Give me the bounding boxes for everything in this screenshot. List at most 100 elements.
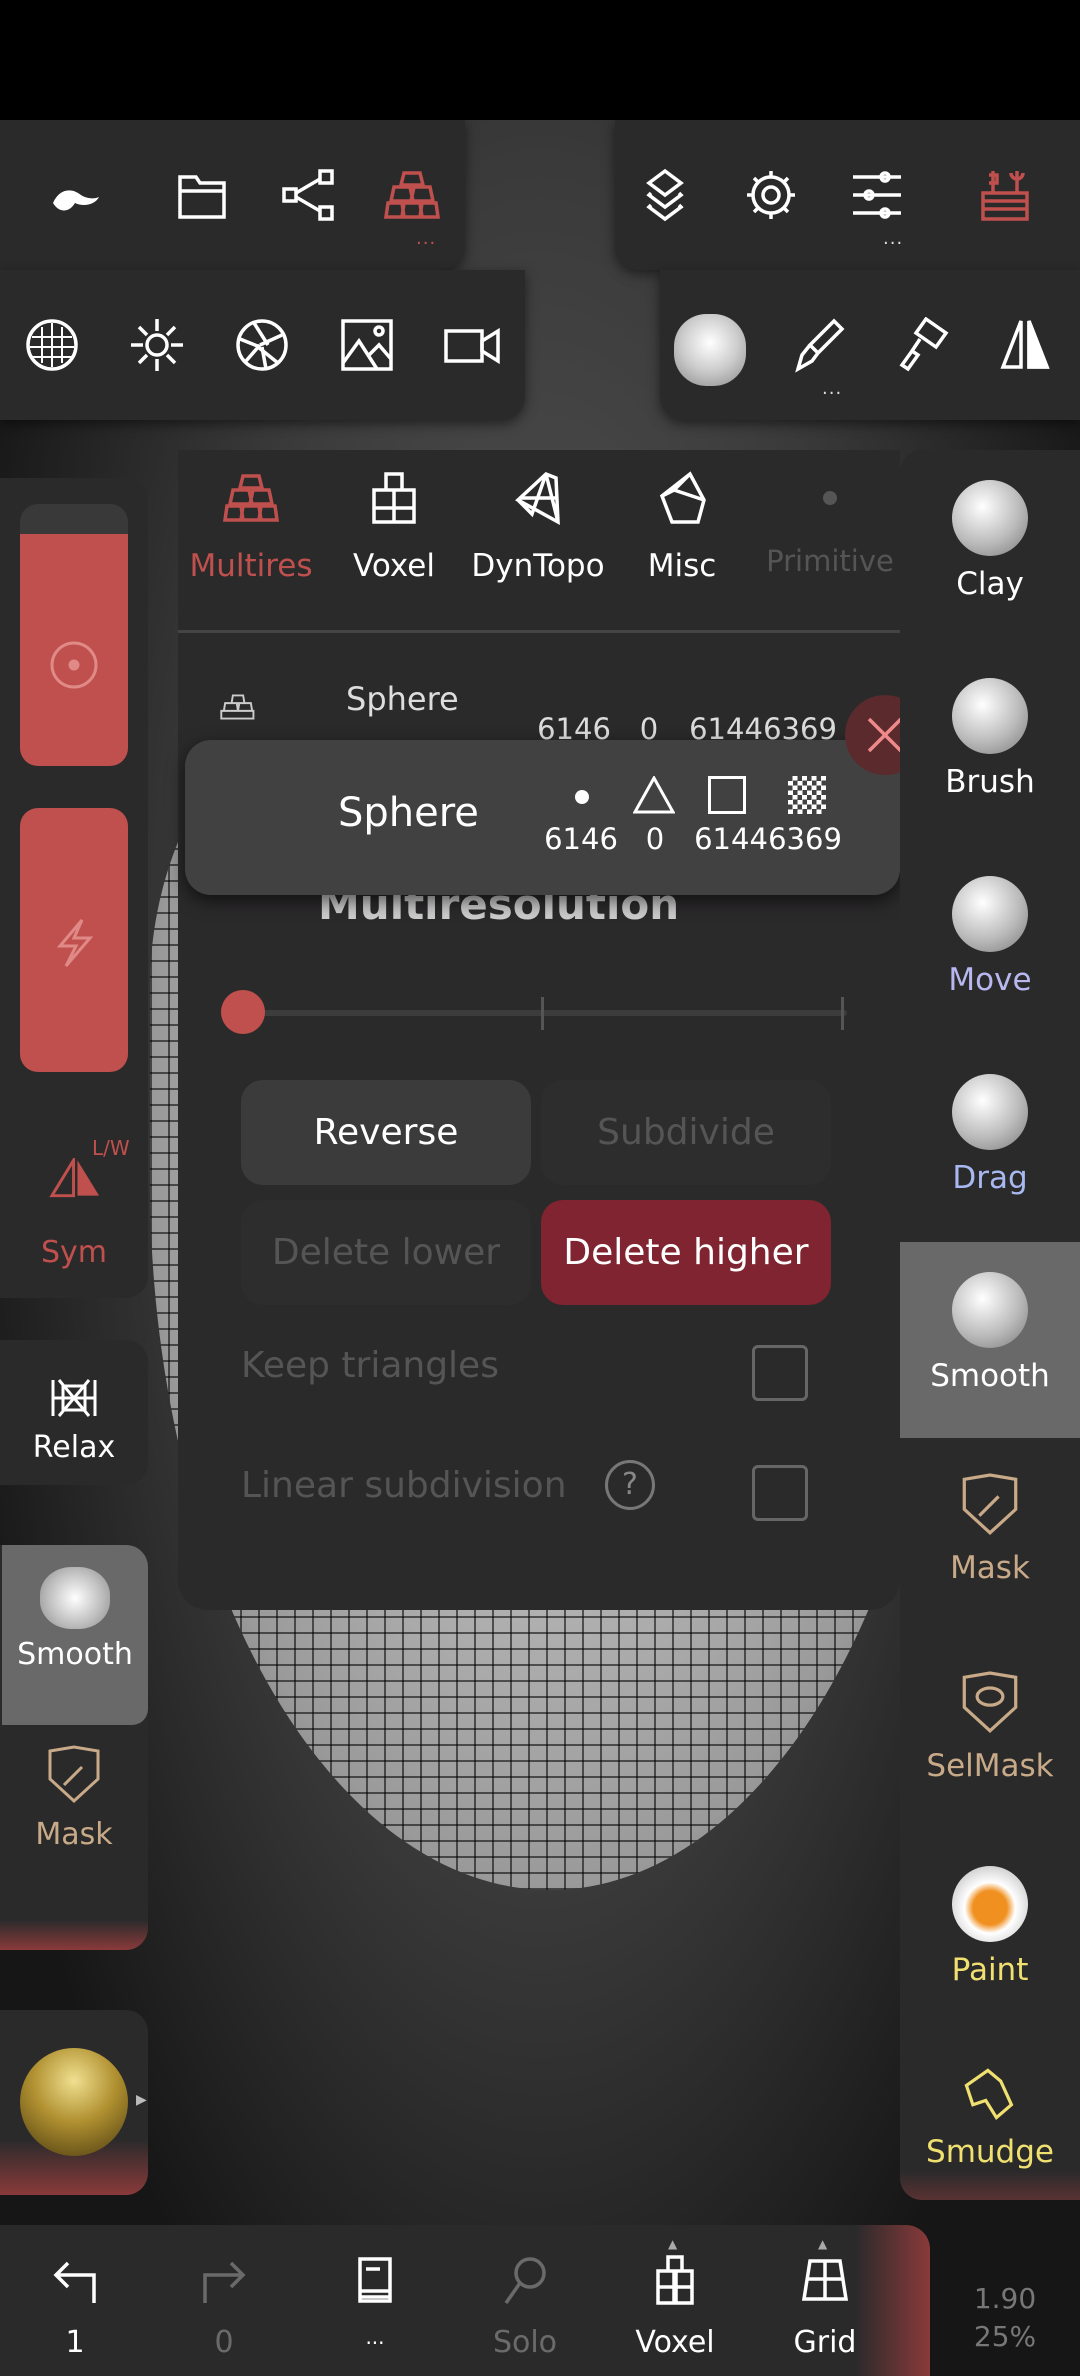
tool-smooth[interactable]: Smooth <box>2 1545 148 1725</box>
tab-primitive[interactable]: Primitive <box>755 470 905 578</box>
tool-selmask[interactable]: SelMask <box>900 1638 1080 1834</box>
tool-mask[interactable]: Mask <box>0 1745 148 1852</box>
slider-thumb[interactable] <box>221 990 265 1034</box>
brush-icon <box>952 678 1028 754</box>
keep-triangles-checkbox[interactable] <box>752 1345 808 1401</box>
tool-label: Mask <box>950 1550 1030 1586</box>
tool-paint[interactable]: Paint <box>900 1836 1080 2032</box>
tool-relax[interactable]: Relax <box>0 1340 148 1485</box>
smudge-finger-icon <box>964 2068 1014 2121</box>
grid-label: Grid <box>793 2325 857 2360</box>
voxel-button[interactable]: ▲ Voxel <box>615 2237 735 2360</box>
tab-dyntopo[interactable]: DynTopo <box>468 470 608 584</box>
paint-icon <box>952 1866 1028 1942</box>
stat-line: 25% <box>973 2320 1037 2353</box>
divider <box>178 630 900 633</box>
tool-smudge[interactable]: Smudge <box>900 2034 1080 2200</box>
tab-multires[interactable]: Multires <box>181 470 321 584</box>
material-button[interactable]: ▶ <box>0 2010 148 2195</box>
mesh-name: Sphere <box>338 790 479 836</box>
more-indicator: ... <box>416 228 437 249</box>
mesh-popup[interactable]: Sphere 6146 0 6144 6369 <box>185 740 900 895</box>
tool-label: Drag <box>952 1160 1028 1196</box>
vertex-count: 6146 <box>544 822 618 856</box>
layers-icon[interactable] <box>635 165 695 225</box>
polygon-icon <box>659 471 706 524</box>
tool-label: Move <box>948 962 1032 998</box>
clay-icon <box>952 480 1028 556</box>
tab-label: DynTopo <box>471 548 605 584</box>
left-tool-list: Smooth Mask <box>0 1545 148 1950</box>
level-slider[interactable] <box>225 1010 847 1016</box>
more-indicator: ... <box>883 228 904 249</box>
paint-brush-icon[interactable] <box>788 315 848 375</box>
tab-label: Multires <box>189 548 313 584</box>
sym-label: Sym <box>40 1235 108 1270</box>
quad-count: 6144 <box>694 822 768 856</box>
grid-icon <box>801 2259 849 2301</box>
folder-icon[interactable] <box>172 165 232 225</box>
delete-higher-button[interactable]: Delete higher <box>541 1200 831 1305</box>
solo-button[interactable]: Solo <box>465 2255 585 2360</box>
tool-label: Clay <box>956 566 1024 602</box>
tool-clay[interactable]: Clay <box>900 450 1080 646</box>
smooth-brush-icon <box>40 1567 110 1629</box>
tab-voxel[interactable]: Voxel <box>324 470 464 584</box>
quad-icon <box>708 776 746 814</box>
voxel-label: Voxel <box>635 2325 715 2360</box>
undo-button[interactable]: 1 <box>15 2255 135 2360</box>
triangle-count: 0 <box>645 822 665 856</box>
tool-label: Smooth <box>17 1637 133 1672</box>
gem-icon <box>515 471 560 526</box>
help-icon[interactable]: ? <box>605 1460 655 1510</box>
gear-icon[interactable] <box>741 165 801 225</box>
redo-icon <box>203 2261 246 2303</box>
voxel-cubes-icon <box>372 472 416 524</box>
undo-count: 1 <box>65 2325 85 2360</box>
mesh-name: Sphere <box>346 680 459 718</box>
paint-roller-icon[interactable] <box>892 315 952 375</box>
tab-misc[interactable]: Misc <box>612 470 752 584</box>
right-sidebar: Clay Brush Move Drag Smooth Mask SelMask… <box>900 450 1080 2200</box>
sym-mode-label: L/W <box>92 1136 130 1160</box>
tool-mask[interactable]: Mask <box>900 1440 1080 1636</box>
more-indicator: ... <box>365 2325 385 2349</box>
tool-label: Paint <box>951 1952 1029 1988</box>
share-icon[interactable] <box>278 165 338 225</box>
mesh-row[interactable]: Sphere 6146 0 6144 6369 <box>178 650 900 750</box>
smooth-brush-icon[interactable] <box>670 310 750 390</box>
redo-button[interactable]: 0 <box>164 2255 284 2360</box>
subdivide-button[interactable]: Subdivide <box>541 1080 831 1185</box>
tool-drag[interactable]: Drag <box>900 1044 1080 1240</box>
wiki-button[interactable]: ... <box>315 2255 435 2349</box>
sliders-icon[interactable] <box>847 165 907 225</box>
tool-move[interactable]: Move <box>900 846 1080 1042</box>
tool-brush[interactable]: Brush <box>900 648 1080 844</box>
radius-slider[interactable] <box>20 504 128 766</box>
web-icon <box>51 1379 97 1417</box>
reverse-button[interactable]: Reverse <box>241 1080 531 1185</box>
video-camera-icon[interactable] <box>442 315 502 375</box>
top-right-toolbar: ... <box>615 120 1080 270</box>
move-icon <box>952 876 1028 952</box>
radius-icon <box>50 641 98 689</box>
aperture-icon[interactable] <box>232 315 292 375</box>
tool-smooth[interactable]: Smooth <box>900 1242 1080 1438</box>
sun-icon[interactable] <box>127 315 187 375</box>
image-icon[interactable] <box>337 315 397 375</box>
mask-shield-icon <box>48 1745 100 1804</box>
symmetry-icon[interactable] <box>995 315 1055 375</box>
grid-sphere-icon[interactable] <box>22 315 82 375</box>
symmetry-icon[interactable] <box>48 1158 103 1198</box>
delete-lower-button[interactable]: Delete lower <box>241 1200 531 1305</box>
search-icon <box>504 2257 546 2305</box>
undo-icon <box>53 2261 96 2303</box>
mask-shield-icon <box>962 1473 1018 1536</box>
intensity-slider[interactable] <box>20 808 128 1072</box>
nomad-logo-icon[interactable] <box>45 165 105 225</box>
linear-subdivision-checkbox[interactable] <box>752 1465 808 1521</box>
grid-button[interactable]: ▲ Grid <box>765 2237 885 2360</box>
scroll-fade <box>0 1920 148 1950</box>
multires-icon[interactable] <box>382 165 442 225</box>
toolbox-icon[interactable] <box>975 165 1035 225</box>
